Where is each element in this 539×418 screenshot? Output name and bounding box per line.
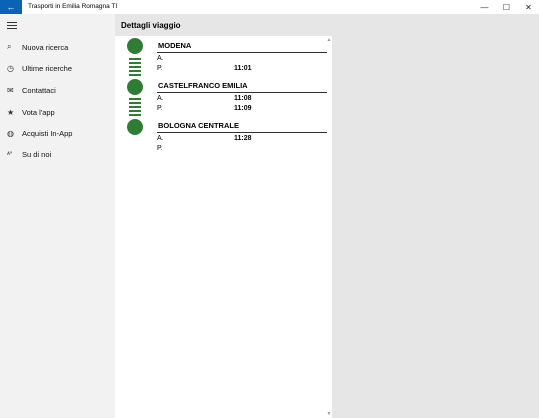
sidebar-item-contattaci[interactable]: ✉ Contattaci — [0, 81, 115, 99]
stop-name: MODENA — [158, 41, 192, 50]
close-icon: ✕ — [525, 2, 532, 12]
minimize-button[interactable]: — — [476, 0, 493, 14]
sidebar: ⌕ Nuova ricerca ◷ Ultime ricerche ✉ Cont… — [0, 14, 115, 418]
minimize-icon: — — [480, 2, 489, 12]
main-content: Dettagli viaggio MODENA A. P. 11:01 CAST… — [115, 14, 539, 418]
route-segment — [129, 106, 141, 108]
departure-row: P. — [157, 144, 327, 153]
divider — [157, 92, 327, 93]
arrival-label: A. — [157, 95, 164, 102]
scroll-up-icon[interactable]: ▲ — [326, 37, 332, 43]
route-segment — [129, 98, 141, 100]
arrival-row: A. — [157, 54, 327, 63]
stop-entry: CASTELFRANCO EMILIA A. 11:08 P. 11:09 — [157, 81, 327, 113]
stop-name: CASTELFRANCO EMILIA — [158, 81, 248, 90]
app-title: Trasporti in Emilia Romagna TI — [28, 3, 118, 10]
people-icon: ᴀᵸ — [7, 151, 13, 157]
sidebar-item-ultime-ricerche[interactable]: ◷ Ultime ricerche — [0, 59, 115, 77]
sidebar-item-vota-app[interactable]: ★ Vota l'app — [0, 103, 115, 121]
departure-label: P. — [157, 65, 163, 72]
history-icon: ◷ — [7, 63, 14, 73]
route-segment — [129, 102, 141, 104]
sidebar-item-label: Nuova ricerca — [22, 42, 69, 52]
star-icon: ★ — [7, 107, 15, 117]
close-button[interactable]: ✕ — [520, 0, 537, 14]
route-segment — [129, 110, 141, 112]
route-segment — [129, 74, 141, 76]
globe-icon: ◍ — [7, 128, 14, 138]
divider — [157, 132, 327, 133]
maximize-button[interactable]: ☐ — [498, 0, 515, 14]
stop-marker — [127, 79, 143, 95]
departure-time: 11:01 — [234, 65, 252, 72]
trip-details-panel[interactable]: MODENA A. P. 11:01 CASTELFRANCO EMILIA A… — [115, 36, 332, 418]
page-title: Dettagli viaggio — [121, 21, 181, 30]
sidebar-item-label: Contattaci — [22, 85, 56, 95]
departure-label: P. — [157, 145, 163, 152]
departure-label: P. — [157, 105, 163, 112]
mail-icon: ✉ — [7, 85, 14, 95]
maximize-icon: ☐ — [502, 2, 511, 12]
route-segment — [129, 114, 141, 116]
stop-name: BOLOGNA CENTRALE — [158, 121, 239, 130]
sidebar-item-label: Su di noi — [22, 149, 52, 159]
arrival-row: A. 11:28 — [157, 134, 327, 143]
back-button[interactable]: ← — [0, 0, 22, 14]
route-segment — [129, 70, 141, 72]
arrival-label: A. — [157, 55, 164, 62]
vertical-scrollbar[interactable]: ▲ ▼ — [326, 36, 332, 418]
arrival-row: A. 11:08 — [157, 94, 327, 103]
sidebar-item-label: Ultime ricerche — [22, 63, 73, 73]
departure-row: P. 11:09 — [157, 104, 327, 113]
sidebar-item-acquisti-in-app[interactable]: ◍ Acquisti In-App — [0, 124, 115, 142]
sidebar-item-label: Vota l'app — [22, 107, 55, 117]
title-bar: ← Trasporti in Emilia Romagna TI — ☐ ✕ — [0, 0, 539, 14]
sidebar-item-label: Acquisti In-App — [22, 128, 73, 138]
sidebar-item-su-di-noi[interactable]: ᴀᵸ Su di noi — [0, 145, 115, 163]
scroll-down-icon[interactable]: ▼ — [326, 411, 332, 417]
arrival-time: 11:08 — [234, 95, 252, 102]
departure-time: 11:09 — [234, 105, 252, 112]
search-icon: ⌕ — [7, 42, 12, 51]
stop-marker — [127, 38, 143, 54]
divider — [157, 52, 327, 53]
stop-marker — [127, 119, 143, 135]
arrival-time: 11:28 — [234, 135, 252, 142]
sidebar-item-nuova-ricerca[interactable]: ⌕ Nuova ricerca — [0, 38, 115, 56]
route-segment — [129, 66, 141, 68]
route-segment — [129, 62, 141, 64]
departure-row: P. 11:01 — [157, 64, 327, 73]
page-header: Dettagli viaggio — [115, 14, 539, 36]
stop-entry: BOLOGNA CENTRALE A. 11:28 P. — [157, 121, 327, 153]
arrival-label: A. — [157, 135, 164, 142]
route-segment — [129, 58, 141, 60]
stop-entry: MODENA A. P. 11:01 — [157, 41, 327, 73]
hamburger-menu-icon[interactable] — [7, 22, 17, 31]
back-arrow-icon: ← — [6, 2, 16, 12]
